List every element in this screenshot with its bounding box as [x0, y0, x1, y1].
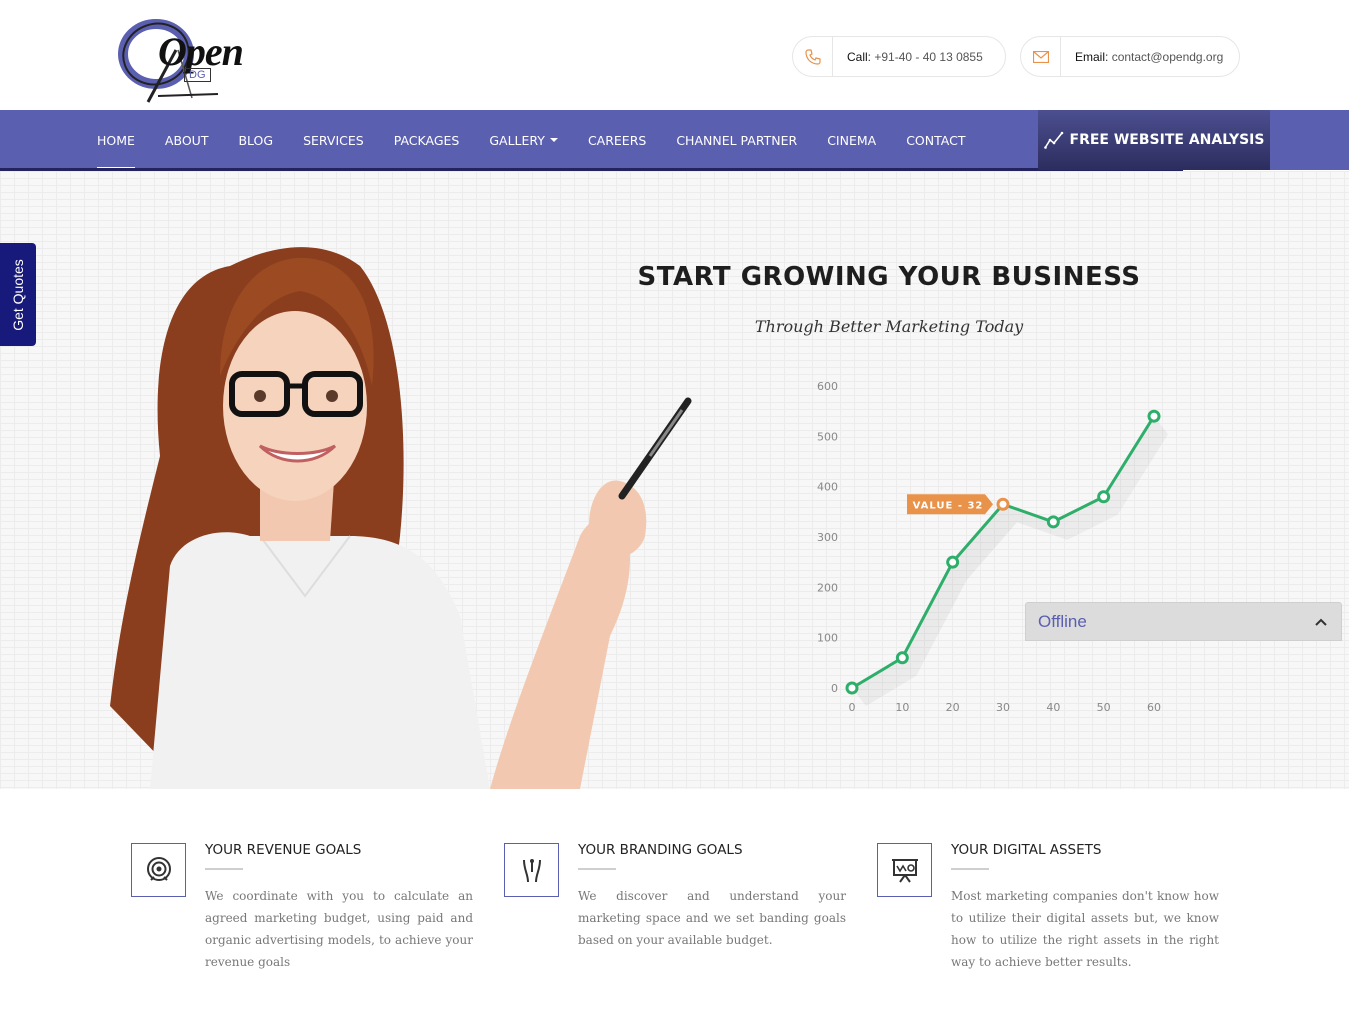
y-tick-label: 600: [817, 380, 838, 393]
presentation-board-icon: [877, 843, 932, 897]
nav-item-cinema[interactable]: CINEMA: [827, 110, 876, 170]
chat-widget-offline[interactable]: Offline: [1025, 602, 1342, 641]
get-quotes-tab[interactable]: Get Quotes: [0, 243, 36, 346]
heading-divider: [205, 868, 243, 870]
x-axis-labels: 0 10 20 30 40 50 60: [849, 701, 1162, 714]
data-point: [845, 681, 859, 695]
hero-subtitle: Through Better Marketing Today: [754, 317, 1024, 336]
heading-divider: [951, 868, 989, 870]
logo-subtext: DG: [184, 68, 211, 82]
data-point: [1147, 409, 1161, 423]
value-tooltip: VALUE - 32: [907, 494, 993, 515]
data-point: [946, 555, 960, 569]
y-axis-labels: 0 100 200 300 400 500 600: [817, 380, 838, 695]
get-quotes-label: Get Quotes: [10, 258, 26, 331]
caret-down-icon: [549, 138, 558, 142]
site-logo[interactable]: Open DG: [118, 10, 268, 106]
trend-chart-icon: [1043, 131, 1063, 149]
x-tick-label: 20: [946, 701, 960, 714]
feature-heading: YOUR BRANDING GOALS: [578, 842, 743, 858]
nav-item-about[interactable]: ABOUT: [165, 110, 209, 170]
call-number[interactable]: +91-40 - 40 13 0855: [874, 50, 982, 64]
feature-heading: YOUR REVENUE GOALS: [205, 842, 362, 858]
free-website-analysis-label: FREE WEBSITE ANALYSIS: [1069, 132, 1265, 148]
growth-line-chart: 0 100 200 300 400 500 600 0 10 20 30 40 50 60 VALUE …: [817, 380, 1168, 714]
phone-icon: [793, 37, 833, 76]
branding-icon: [504, 843, 559, 897]
nav-item-gallery-label: GALLERY: [489, 132, 545, 148]
hero-title: START GROWING YOUR BUSINESS: [637, 262, 1141, 292]
x-tick-label: 10: [895, 701, 909, 714]
chevron-up-icon[interactable]: [1315, 618, 1327, 626]
email-address[interactable]: contact@opendg.org: [1112, 50, 1224, 64]
data-point: [895, 651, 909, 665]
nav-item-careers[interactable]: CAREERS: [588, 110, 646, 170]
value-tooltip-text: VALUE - 32: [913, 500, 984, 511]
feature-text: Most marketing companies don't know how …: [951, 889, 1219, 969]
feature-text: We coordinate with you to calculate an a…: [205, 889, 473, 969]
y-tick-label: 100: [817, 632, 838, 645]
feature-text: We discover and understand your marketin…: [578, 889, 846, 947]
x-tick-label: 50: [1097, 701, 1111, 714]
y-tick-label: 400: [817, 481, 838, 494]
y-tick-label: 200: [817, 581, 838, 594]
y-tick-label: 300: [817, 531, 838, 544]
highlighted-data-point: [996, 497, 1010, 511]
x-tick-label: 0: [849, 701, 856, 714]
call-contact[interactable]: Call: +91-40 - 40 13 0855: [792, 36, 1006, 77]
data-point: [1046, 515, 1060, 529]
envelope-icon: [1021, 37, 1061, 76]
nav-item-contact[interactable]: CONTACT: [906, 110, 965, 170]
chat-status-label: Offline: [1038, 611, 1087, 631]
feature-heading: YOUR DIGITAL ASSETS: [951, 842, 1102, 858]
header-bar: Open DG Call: +91-40 - 40 13 0855 Email:…: [0, 0, 1349, 110]
x-tick-label: 60: [1147, 701, 1161, 714]
free-website-analysis-button[interactable]: FREE WEBSITE ANALYSIS: [1038, 110, 1270, 170]
nav-item-services[interactable]: SERVICES: [303, 110, 364, 170]
nav-item-home[interactable]: HOME: [97, 110, 135, 170]
nav-item-packages[interactable]: PACKAGES: [394, 110, 460, 170]
data-point: [1097, 490, 1111, 504]
x-tick-label: 40: [1046, 701, 1060, 714]
data-points: [845, 409, 1161, 695]
call-label: Call: [847, 49, 868, 64]
series-line: [851, 415, 1156, 690]
x-tick-label: 30: [996, 701, 1010, 714]
nav-item-gallery[interactable]: GALLERY: [489, 110, 558, 170]
y-tick-label: 0: [831, 682, 838, 695]
email-label: Email: [1075, 49, 1106, 64]
email-contact[interactable]: Email: contact@opendg.org: [1020, 36, 1240, 77]
target-icon: [131, 843, 186, 897]
heading-divider: [578, 868, 616, 870]
y-tick-label: 500: [817, 430, 838, 443]
nav-item-channel-partner[interactable]: CHANNEL PARTNER: [676, 110, 797, 170]
nav-item-blog[interactable]: BLOG: [238, 110, 273, 170]
